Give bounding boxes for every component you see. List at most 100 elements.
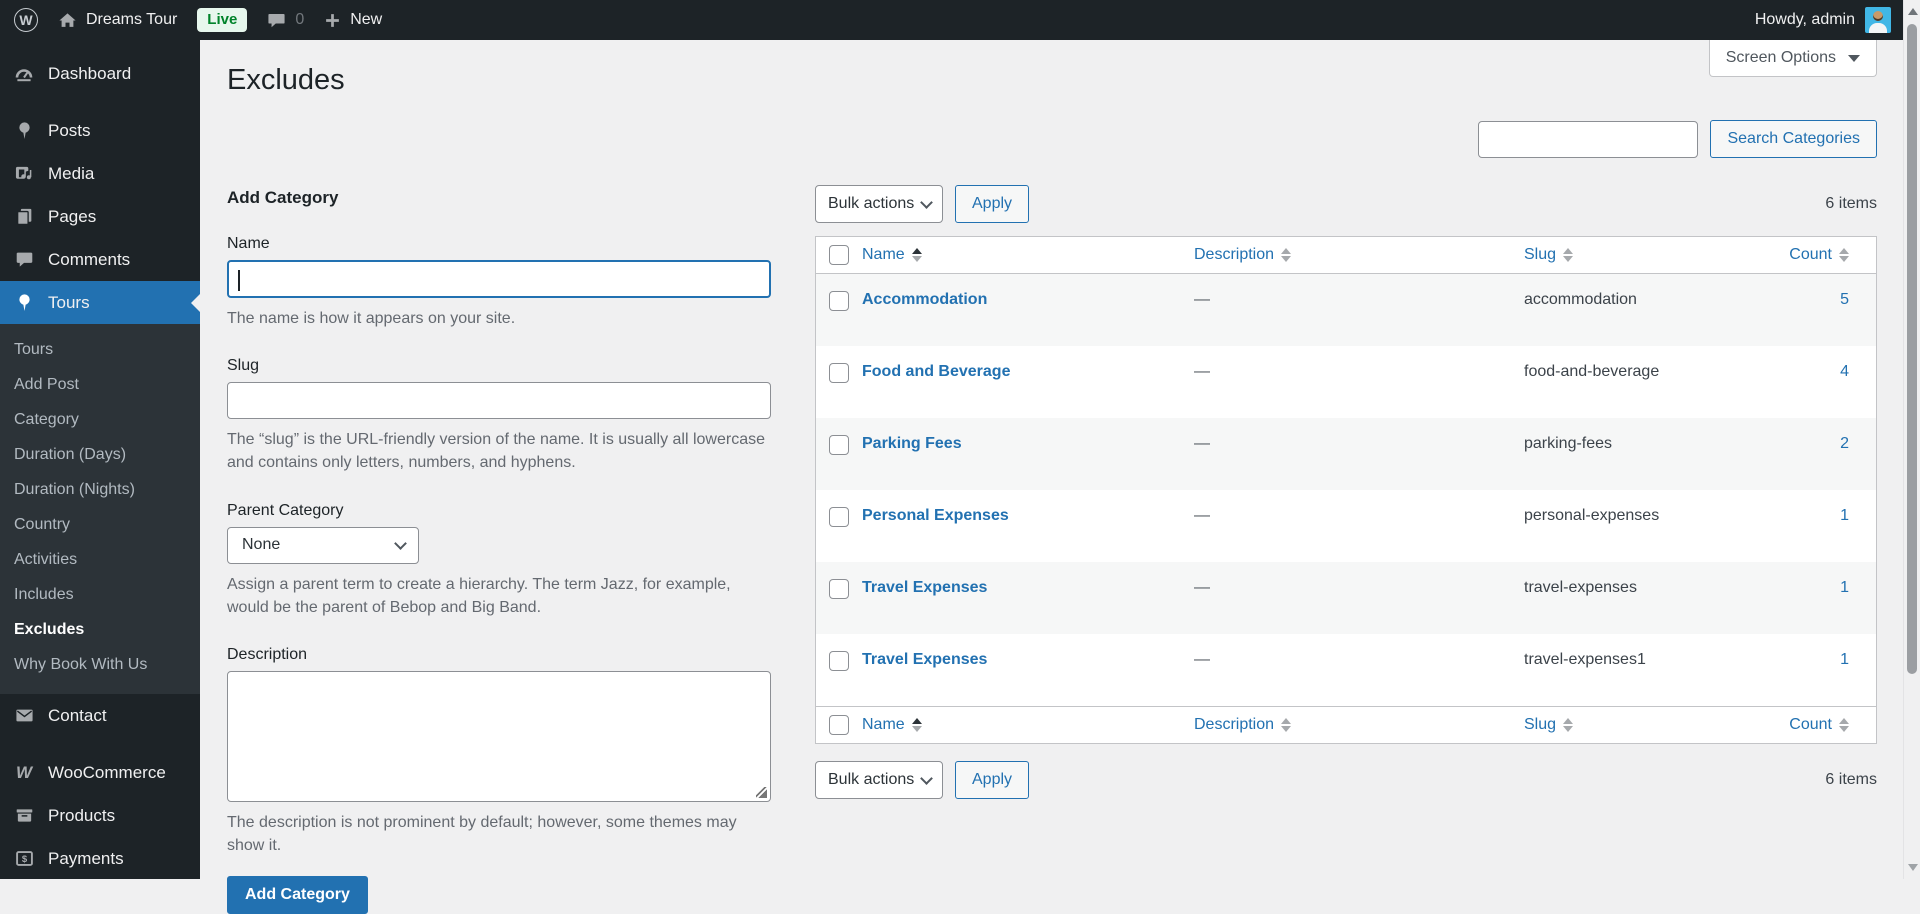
category-slug: travel-expenses — [1524, 579, 1637, 596]
row-checkbox[interactable] — [829, 651, 849, 671]
sidebar-item-contact[interactable]: Contact — [0, 694, 200, 737]
sidebar-subitem-activities[interactable]: Activities — [0, 542, 200, 577]
sidebar-item-media[interactable]: Media — [0, 152, 200, 195]
category-count-link[interactable]: 5 — [1840, 291, 1849, 308]
sidebar-item-pages[interactable]: Pages — [0, 195, 200, 238]
name-field[interactable] — [227, 260, 771, 298]
column-header-description[interactable]: Description — [1194, 716, 1292, 734]
column-header-count[interactable]: Count — [1789, 716, 1849, 734]
category-slug: personal-expenses — [1524, 507, 1660, 524]
category-slug: travel-expenses1 — [1524, 651, 1646, 668]
menu-separator — [0, 737, 200, 751]
category-count-link[interactable]: 1 — [1840, 579, 1849, 596]
parent-category-select[interactable]: None — [227, 526, 419, 564]
description-label: Description — [227, 645, 308, 663]
category-count-link[interactable]: 2 — [1840, 435, 1849, 452]
form-heading: Add Category — [227, 188, 339, 207]
category-count-link[interactable]: 1 — [1840, 651, 1849, 668]
slug-field[interactable] — [227, 382, 771, 420]
new-content-menu[interactable]: New — [324, 11, 382, 29]
column-header-slug[interactable]: Slug — [1524, 246, 1574, 264]
home-icon — [58, 11, 77, 30]
category-name-link[interactable]: Food and Beverage — [862, 363, 1010, 380]
sidebar-item-comments[interactable]: Comments — [0, 238, 200, 281]
row-checkbox[interactable] — [829, 507, 849, 527]
category-count-link[interactable]: 1 — [1840, 507, 1849, 524]
pin-icon — [12, 121, 36, 140]
sidebar-item-payments[interactable]: $ Payments — [0, 837, 200, 880]
select-all-checkbox[interactable] — [829, 715, 849, 735]
avatar[interactable] — [1865, 7, 1891, 33]
apply-button[interactable]: Apply — [955, 185, 1030, 223]
column-header-name[interactable]: Name — [862, 246, 922, 264]
bulk-actions-select[interactable]: Bulk actions — [815, 761, 943, 799]
sidebar-subitem-duration-days[interactable]: Duration (Days) — [0, 437, 200, 472]
site-link[interactable]: Dreams Tour — [58, 11, 177, 30]
scroll-up-arrow-icon[interactable] — [1908, 8, 1918, 15]
sidebar-subitem-duration-nights[interactable]: Duration (Nights) — [0, 472, 200, 507]
apply-button[interactable]: Apply — [955, 761, 1030, 799]
sidebar-item-dashboard[interactable]: Dashboard — [0, 52, 200, 95]
bulk-actions-select[interactable]: Bulk actions — [815, 185, 943, 223]
vertical-scrollbar[interactable] — [1903, 0, 1920, 879]
sidebar-item-posts[interactable]: Posts — [0, 109, 200, 152]
pages-icon — [12, 207, 36, 226]
category-name-link[interactable]: Accommodation — [862, 291, 987, 308]
sidebar-item-label: Products — [48, 806, 116, 825]
row-checkbox[interactable] — [829, 291, 849, 311]
scroll-down-arrow-icon[interactable] — [1908, 864, 1918, 871]
sidebar-subitem-country[interactable]: Country — [0, 507, 200, 542]
slug-help-text: The “slug” is the URL-friendly version o… — [227, 431, 765, 472]
name-label: Name — [227, 235, 270, 252]
main-content: Screen Options Excludes Search Categorie… — [200, 40, 1903, 914]
comments-shortcut[interactable]: 0 — [267, 11, 304, 30]
sidebar-subitem-tours[interactable]: Tours — [0, 332, 200, 367]
row-checkbox[interactable] — [829, 363, 849, 383]
scrollbar-thumb[interactable] — [1907, 24, 1917, 674]
sort-arrows-icon — [1281, 248, 1292, 262]
table-row: Accommodation — accommodation 5 — [816, 274, 1876, 346]
row-checkbox[interactable] — [829, 579, 849, 599]
column-header-name[interactable]: Name — [862, 716, 922, 734]
name-help-text: The name is how it appears on your site. — [227, 310, 516, 327]
text-caret — [238, 270, 240, 291]
sidebar-item-label: Dashboard — [48, 64, 132, 83]
search-input[interactable] — [1478, 120, 1699, 158]
table-row: Personal Expenses — personal-expenses 1 — [816, 490, 1876, 562]
sidebar-subitem-add-post[interactable]: Add Post — [0, 367, 200, 402]
column-header-description[interactable]: Description — [1194, 246, 1292, 264]
select-all-checkbox[interactable] — [829, 245, 849, 265]
dashboard-icon — [12, 64, 36, 84]
search-categories-button[interactable]: Search Categories — [1710, 120, 1877, 158]
category-description: — — [1194, 579, 1210, 596]
sidebar-subitem-includes[interactable]: Includes — [0, 577, 200, 612]
sidebar-subitem-why-book-with-us[interactable]: Why Book With Us — [0, 647, 200, 682]
category-count-link[interactable]: 4 — [1840, 363, 1849, 380]
wordpress-logo-menu[interactable]: W — [14, 8, 38, 32]
sidebar-item-woocommerce[interactable]: W WooCommerce — [0, 751, 200, 794]
sidebar-subitem-excludes[interactable]: Excludes — [0, 612, 200, 647]
screen-options-tab[interactable]: Screen Options — [1708, 40, 1877, 77]
resize-grip-icon[interactable] — [756, 786, 767, 798]
sort-arrows-icon — [1563, 718, 1574, 732]
category-name-link[interactable]: Personal Expenses — [862, 507, 1009, 524]
items-count: 6 items — [1825, 195, 1877, 212]
column-header-count[interactable]: Count — [1789, 246, 1849, 264]
category-name-link[interactable]: Travel Expenses — [862, 579, 987, 596]
category-name-link[interactable]: Parking Fees — [862, 435, 962, 452]
howdy-text[interactable]: Howdy, admin — [1755, 11, 1855, 29]
sidebar-item-label: Payments — [48, 849, 124, 868]
sidebar-item-products[interactable]: Products — [0, 794, 200, 837]
category-name-link[interactable]: Travel Expenses — [862, 651, 987, 668]
add-category-button[interactable]: Add Category — [227, 876, 368, 914]
sidebar-item-tours[interactable]: Tours — [0, 281, 200, 324]
sidebar-item-label: Posts — [48, 121, 91, 140]
woocommerce-icon: W — [15, 762, 33, 782]
page-title: Excludes — [227, 64, 345, 96]
description-textarea[interactable] — [227, 670, 771, 802]
sidebar-item-label: Contact — [48, 706, 107, 725]
row-checkbox[interactable] — [829, 435, 849, 455]
search-box: Search Categories — [1478, 120, 1877, 158]
sidebar-subitem-category[interactable]: Category — [0, 402, 200, 437]
column-header-slug[interactable]: Slug — [1524, 716, 1574, 734]
